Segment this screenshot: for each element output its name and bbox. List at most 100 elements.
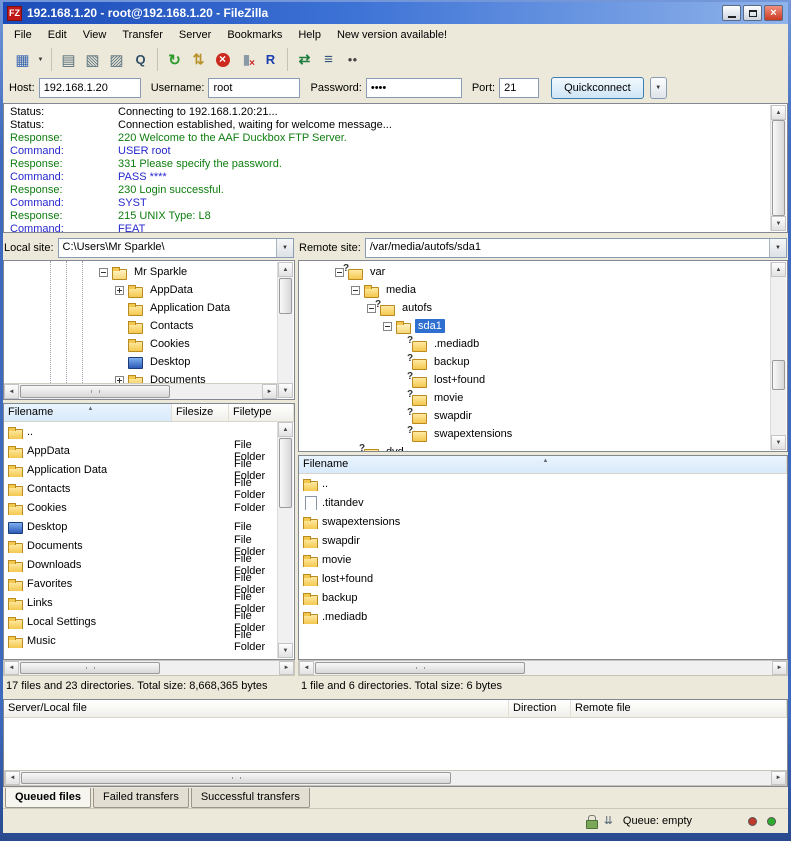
scroll-up-icon[interactable]: ▲ — [278, 262, 293, 277]
tree-item[interactable]: dvd — [299, 443, 770, 451]
minimize-button[interactable] — [722, 5, 741, 21]
column-header-filename[interactable]: Filename ▲ — [299, 456, 787, 473]
scroll-down-icon[interactable]: ▼ — [278, 643, 293, 658]
file-row[interactable]: swapdir — [299, 531, 787, 550]
menu-item[interactable]: View — [75, 25, 115, 45]
reconnect-button[interactable] — [259, 48, 282, 71]
file-row[interactable]: lost+found — [299, 569, 787, 588]
tree-item[interactable]: swapdir — [299, 407, 770, 425]
file-row[interactable]: .mediadb — [299, 607, 787, 626]
queue-tab[interactable]: Failed transfers — [93, 788, 189, 808]
scroll-thumb[interactable] — [21, 772, 451, 784]
scroll-right-icon[interactable]: ► — [771, 771, 786, 785]
queue-horizontal-scrollbar[interactable]: ◄ ► — [4, 770, 787, 786]
scroll-down-icon[interactable]: ▼ — [771, 216, 786, 231]
file-row[interactable]: backup — [299, 588, 787, 607]
column-header-filesize[interactable]: Filesize — [172, 404, 229, 421]
tree-item[interactable]: Documents — [4, 371, 277, 383]
menu-item[interactable]: Bookmarks — [219, 25, 290, 45]
queue-tab[interactable]: Queued files — [5, 788, 91, 808]
toggle-message-log-button[interactable] — [57, 48, 80, 71]
tree-expander-icon[interactable] — [115, 376, 124, 384]
menu-item[interactable]: File — [6, 25, 40, 45]
scroll-thumb[interactable] — [20, 662, 160, 674]
process-queue-button[interactable] — [187, 48, 210, 71]
scroll-thumb[interactable] — [772, 120, 785, 216]
scroll-thumb[interactable] — [279, 278, 292, 314]
chevron-down-icon[interactable]: ▼ — [276, 239, 293, 257]
tree-expander-icon[interactable] — [351, 286, 360, 295]
menu-item[interactable]: Edit — [40, 25, 75, 45]
column-header-remote-file[interactable]: Remote file — [571, 700, 787, 717]
tree-item[interactable]: Desktop — [4, 353, 277, 371]
tree-expander-icon[interactable] — [99, 268, 108, 277]
site-manager-button[interactable] — [11, 48, 34, 71]
toggle-local-tree-button[interactable] — [81, 48, 104, 71]
tree-item[interactable]: Mr Sparkle — [4, 263, 277, 281]
disconnect-button[interactable] — [235, 48, 258, 71]
local-tree-vertical-scrollbar[interactable]: ▲ ▼ — [277, 262, 293, 398]
tree-item[interactable]: lost+found — [299, 371, 770, 389]
tree-item[interactable]: movie — [299, 389, 770, 407]
column-header-direction[interactable]: Direction — [509, 700, 571, 717]
synchronized-browsing-button[interactable] — [293, 48, 316, 71]
toggle-queue-button[interactable] — [129, 48, 152, 71]
tree-item[interactable]: Cookies — [4, 335, 277, 353]
menu-item[interactable]: Server — [171, 25, 219, 45]
scroll-thumb[interactable] — [20, 385, 170, 398]
tree-item[interactable]: var — [299, 263, 770, 281]
titlebar[interactable]: FZ 192.168.1.20 - root@192.168.1.20 - Fi… — [3, 2, 788, 24]
quickconnect-dropdown-icon[interactable]: ▼ — [650, 77, 667, 99]
column-header-filetype[interactable]: Filetype — [229, 404, 294, 421]
tree-expander-icon[interactable] — [115, 286, 124, 295]
tree-item[interactable]: Application Data — [4, 299, 277, 317]
site-manager-dropdown-icon[interactable]: ▼ — [35, 48, 46, 71]
maximize-button[interactable] — [743, 5, 762, 21]
cancel-button[interactable] — [211, 48, 234, 71]
tree-item[interactable]: Contacts — [4, 317, 277, 335]
remote-tree-vertical-scrollbar[interactable]: ▲ ▼ — [770, 262, 786, 450]
local-list-horizontal-scrollbar[interactable]: ◄ ► — [3, 660, 295, 676]
scroll-left-icon[interactable]: ◄ — [4, 384, 19, 399]
scroll-thumb[interactable] — [315, 662, 525, 674]
file-row[interactable]: .titandev — [299, 493, 787, 512]
column-header-filename[interactable]: Filename ▲ — [4, 404, 172, 421]
menu-item[interactable]: Help — [290, 25, 329, 45]
chevron-down-icon[interactable]: ▼ — [769, 239, 786, 257]
tree-item[interactable]: swapextensions — [299, 425, 770, 443]
column-header-server-local-file[interactable]: Server/Local file — [4, 700, 509, 717]
port-input[interactable] — [499, 78, 539, 98]
scroll-up-icon[interactable]: ▲ — [278, 422, 293, 437]
toggle-remote-tree-button[interactable] — [105, 48, 128, 71]
scroll-left-icon[interactable]: ◄ — [5, 771, 20, 785]
find-files-button[interactable] — [341, 48, 364, 71]
scroll-thumb[interactable] — [772, 360, 785, 390]
menu-item[interactable]: New version available! — [329, 25, 455, 45]
tree-item[interactable]: .mediadb — [299, 335, 770, 353]
menu-item[interactable]: Transfer — [114, 25, 171, 45]
tree-item[interactable]: media — [299, 281, 770, 299]
local-tree-horizontal-scrollbar[interactable]: ◄ ► — [4, 383, 277, 399]
file-row[interactable]: movie — [299, 550, 787, 569]
scroll-left-icon[interactable]: ◄ — [299, 661, 314, 675]
file-row[interactable]: Cookies Folder — [4, 498, 277, 517]
tree-item[interactable]: autofs — [299, 299, 770, 317]
remote-list-horizontal-scrollbar[interactable]: ◄ ► — [298, 660, 788, 676]
quickconnect-button[interactable]: Quickconnect — [551, 77, 644, 99]
scroll-right-icon[interactable]: ► — [262, 384, 277, 399]
local-site-combobox[interactable]: C:\Users\Mr Sparkle\ ▼ — [58, 238, 294, 258]
password-input[interactable] — [366, 78, 462, 98]
tree-expander-icon[interactable] — [383, 322, 392, 331]
queue-tab[interactable]: Successful transfers — [191, 788, 310, 808]
scroll-right-icon[interactable]: ► — [279, 661, 294, 675]
directory-comparison-button[interactable] — [317, 48, 340, 71]
scroll-up-icon[interactable]: ▲ — [771, 105, 786, 120]
scroll-left-icon[interactable]: ◄ — [4, 661, 19, 675]
file-row[interactable]: swapextensions — [299, 512, 787, 531]
log-vertical-scrollbar[interactable]: ▲ ▼ — [770, 105, 786, 231]
username-input[interactable] — [208, 78, 300, 98]
file-row[interactable]: Music File Folder — [4, 631, 277, 650]
refresh-button[interactable] — [163, 48, 186, 71]
scroll-down-icon[interactable]: ▼ — [278, 383, 293, 398]
local-list-vertical-scrollbar[interactable]: ▲ ▼ — [277, 422, 293, 658]
